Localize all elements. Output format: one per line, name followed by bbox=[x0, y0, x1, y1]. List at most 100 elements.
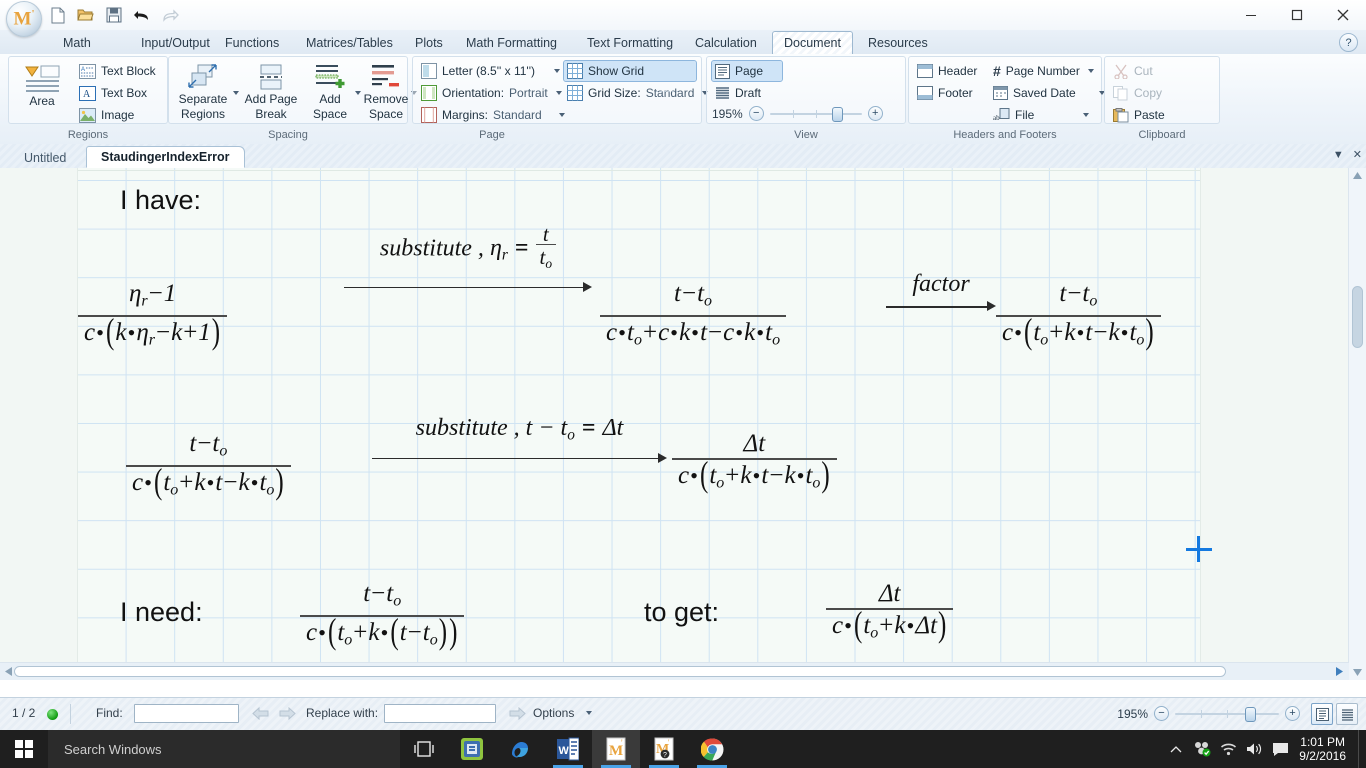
scroll-down-arrow-icon[interactable] bbox=[1349, 665, 1366, 680]
remove-space-button[interactable]: Remove Space bbox=[360, 60, 412, 123]
margins-caret-icon[interactable] bbox=[558, 113, 565, 117]
find-options-caret-icon[interactable] bbox=[586, 711, 592, 715]
math-region-expr3[interactable]: t−to c•(to+k•t−k•to) bbox=[996, 280, 1161, 356]
status-zoom-slider-thumb[interactable] bbox=[1245, 706, 1256, 722]
status-zoom-slider-track[interactable] bbox=[1175, 706, 1279, 722]
label-i-have[interactable]: I have: bbox=[120, 185, 201, 216]
paste-button[interactable]: Paste bbox=[1110, 105, 1168, 125]
wifi-icon[interactable] bbox=[1215, 730, 1241, 768]
replace-input[interactable] bbox=[384, 704, 496, 723]
header-button[interactable]: Header bbox=[914, 61, 994, 81]
keyword-arrow-substitute-1[interactable]: substitute , ηr = t to bbox=[344, 224, 592, 294]
new-document-icon[interactable] bbox=[48, 6, 67, 25]
open-document-icon[interactable] bbox=[76, 6, 95, 25]
saved-date-button[interactable]: Saved Date bbox=[990, 83, 1108, 103]
orientation-button[interactable]: Orientation: Portrait bbox=[418, 83, 565, 103]
help-button[interactable]: ? bbox=[1339, 33, 1358, 52]
file-caret-icon[interactable] bbox=[1083, 113, 1090, 117]
document-tab-untitled[interactable]: Untitled bbox=[10, 147, 80, 168]
close-button[interactable] bbox=[1320, 0, 1366, 30]
status-draft-view-button[interactable] bbox=[1336, 703, 1358, 725]
replace-next-icon[interactable] bbox=[509, 706, 526, 723]
math-region-expr4[interactable]: t−to c•(to+k•t−k•to) bbox=[126, 430, 291, 506]
show-hidden-icons-chevron[interactable] bbox=[1163, 730, 1189, 768]
find-next-icon[interactable] bbox=[279, 706, 296, 723]
view-page-button[interactable]: Page bbox=[711, 60, 783, 82]
math-region-expr6[interactable]: t−to c•(to+k•(t−to)) bbox=[300, 580, 465, 656]
find-previous-icon[interactable] bbox=[252, 706, 269, 723]
status-page-view-button[interactable] bbox=[1311, 703, 1333, 725]
view-draft-button[interactable]: Draft bbox=[712, 83, 782, 103]
undo-icon[interactable] bbox=[132, 6, 151, 25]
tab-functions[interactable]: Functions bbox=[214, 32, 290, 54]
action-center-icon[interactable] bbox=[1267, 730, 1293, 768]
maximize-button[interactable] bbox=[1274, 0, 1320, 30]
minimize-button[interactable] bbox=[1228, 0, 1274, 30]
tab-math[interactable]: Math bbox=[52, 32, 102, 54]
horizontal-scrollbar[interactable] bbox=[0, 662, 1349, 680]
mathcad-help-icon[interactable]: M '? bbox=[640, 730, 688, 768]
text-box-button[interactable]: A Text Box bbox=[76, 83, 150, 103]
margins-button[interactable]: Margins: Standard bbox=[418, 105, 568, 125]
scroll-right-arrow-icon[interactable] bbox=[1332, 664, 1347, 679]
document-tab-staudinger[interactable]: StaudingerIndexError bbox=[86, 146, 245, 168]
zoom-in-button[interactable]: + bbox=[867, 106, 883, 121]
image-button[interactable]: Image bbox=[76, 105, 137, 125]
network-status-icon[interactable] bbox=[1189, 730, 1215, 768]
task-view-icon[interactable] bbox=[400, 730, 448, 768]
page-number-button[interactable]: # Page Number bbox=[990, 61, 1097, 81]
file-button[interactable]: ab File bbox=[990, 105, 1092, 125]
separate-regions-button[interactable]: Separate Regions bbox=[172, 60, 234, 123]
add-page-break-button[interactable]: Add Page Break bbox=[240, 60, 302, 123]
find-options-button[interactable]: Options bbox=[533, 706, 574, 720]
mathcad-logo[interactable]: M' bbox=[6, 1, 42, 37]
close-document-icon[interactable]: ✕ bbox=[1353, 148, 1362, 161]
store-icon[interactable] bbox=[448, 730, 496, 768]
vertical-scrollbar[interactable] bbox=[1348, 168, 1366, 680]
tab-list-chevron-down-icon[interactable]: ▼ bbox=[1333, 149, 1344, 161]
vertical-scrollbar-thumb[interactable] bbox=[1352, 286, 1363, 348]
label-to-get[interactable]: to get: bbox=[644, 597, 719, 628]
show-desktop-button[interactable] bbox=[1358, 730, 1366, 768]
tab-document[interactable]: Document bbox=[772, 31, 853, 54]
show-grid-toggle[interactable]: Show Grid bbox=[563, 60, 697, 82]
math-region-expr2[interactable]: t−to c•to+c•k•t−c•k•to bbox=[600, 280, 787, 356]
search-windows-input[interactable]: Search Windows bbox=[48, 730, 400, 768]
tab-plots[interactable]: Plots bbox=[404, 32, 454, 54]
grid-size-button[interactable]: Grid Size: Standard bbox=[564, 83, 711, 103]
edge-icon[interactable] bbox=[496, 730, 544, 768]
text-block-button[interactable]: A Text Block bbox=[76, 61, 159, 81]
word-icon[interactable]: W bbox=[544, 730, 592, 768]
zoom-slider-thumb[interactable] bbox=[831, 106, 843, 122]
mathcad-prime-icon[interactable]: M ' bbox=[592, 730, 640, 768]
tab-matrices-tables[interactable]: Matrices/Tables bbox=[295, 32, 404, 54]
horizontal-scrollbar-thumb[interactable] bbox=[14, 666, 1226, 677]
worksheet-area[interactable]: I have: ηr−1 c•(k•ηr−k+1) substitute , η… bbox=[0, 168, 1366, 680]
status-zoom-out-button[interactable]: − bbox=[1154, 706, 1169, 721]
add-space-button[interactable]: Add Space bbox=[305, 60, 355, 123]
scroll-up-arrow-icon[interactable] bbox=[1349, 168, 1366, 183]
keyword-arrow-factor[interactable]: factor bbox=[886, 272, 996, 313]
taskbar-clock[interactable]: 1:01 PM 9/2/2016 bbox=[1293, 730, 1358, 768]
tab-resources[interactable]: Resources bbox=[857, 32, 939, 54]
label-i-need[interactable]: I need: bbox=[120, 597, 203, 628]
area-button[interactable]: Area bbox=[14, 60, 70, 123]
paper-size-button[interactable]: Letter (8.5'' x 11'') bbox=[418, 61, 563, 81]
region-gripper[interactable] bbox=[655, 83, 679, 92]
calculation-status-indicator[interactable] bbox=[47, 709, 58, 720]
tab-calculation[interactable]: Calculation bbox=[684, 32, 768, 54]
start-button[interactable] bbox=[0, 730, 48, 768]
status-zoom-in-button[interactable]: + bbox=[1285, 706, 1300, 721]
keyword-arrow-substitute-2[interactable]: substitute , t − to = Δt bbox=[372, 416, 667, 465]
volume-icon[interactable] bbox=[1241, 730, 1267, 768]
tab-text-formatting[interactable]: Text Formatting bbox=[576, 32, 684, 54]
footer-button[interactable]: Footer bbox=[914, 83, 994, 103]
math-region-expr5[interactable]: Δt c•(to+k•t−k•to) bbox=[672, 430, 837, 498]
separate-regions-caret-icon[interactable] bbox=[233, 91, 239, 95]
tab-math-formatting[interactable]: Math Formatting bbox=[455, 32, 568, 54]
orientation-caret-icon[interactable] bbox=[555, 91, 562, 95]
zoom-out-button[interactable]: − bbox=[748, 106, 764, 121]
math-region-expr1[interactable]: ηr−1 c•(k•ηr−k+1) bbox=[78, 280, 228, 356]
save-document-icon[interactable] bbox=[104, 6, 123, 25]
chrome-icon[interactable] bbox=[688, 730, 736, 768]
